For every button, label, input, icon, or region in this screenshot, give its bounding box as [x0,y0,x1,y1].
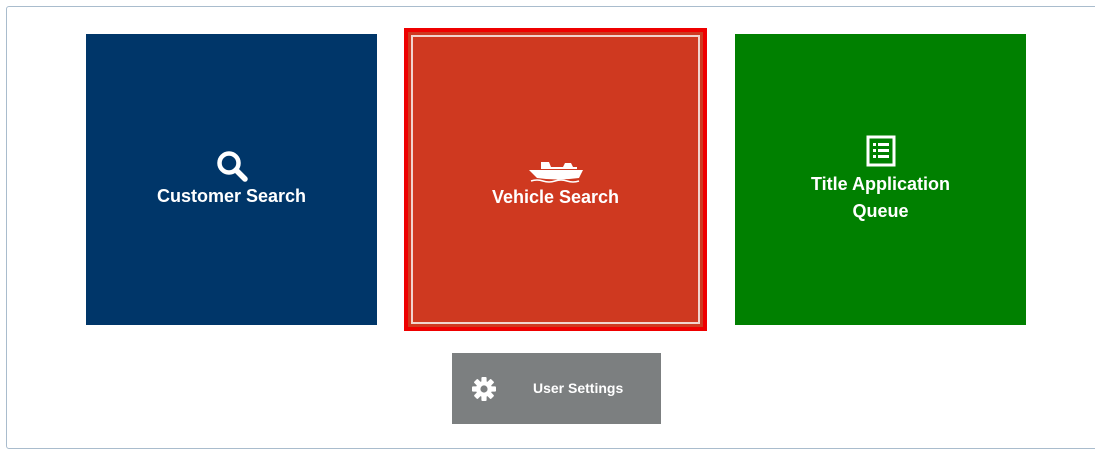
search-icon [215,149,249,183]
user-settings-button[interactable]: User Settings [452,353,661,424]
vehicle-search-label: Vehicle Search [491,187,620,207]
title-application-queue-label: Title Application Queue [810,173,950,221]
customer-search-tile[interactable]: Customer Search [86,34,377,325]
customer-search-label: Customer Search [156,186,307,206]
vehicle-search-inner: Vehicle Search [411,35,700,324]
title-application-queue-tile[interactable]: Title Application Queue [735,34,1026,325]
user-settings-label: User Settings [533,380,624,396]
boat-icon [527,158,585,184]
gear-icon [470,375,498,403]
vehicle-search-tile[interactable]: Vehicle Search [404,28,707,331]
list-icon [866,135,896,167]
